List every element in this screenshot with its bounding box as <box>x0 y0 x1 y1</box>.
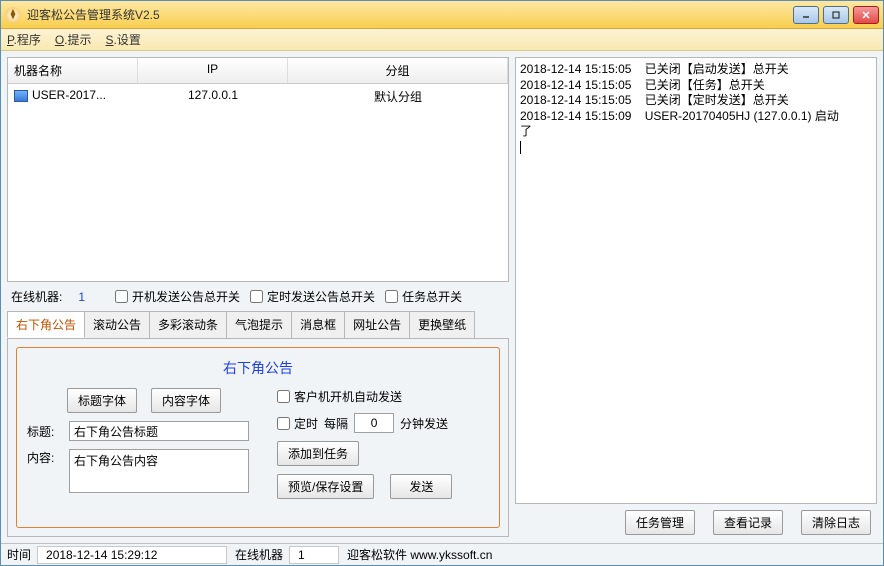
text-cursor <box>520 141 521 154</box>
tab-corner[interactable]: 右下角公告 <box>7 311 85 338</box>
auto-send-check[interactable]: 客户机开机自动发送 <box>277 388 402 405</box>
col-name[interactable]: 机器名称 <box>8 58 138 83</box>
status-time: 2018-12-14 15:29:12 <box>37 546 227 564</box>
window-title: 迎客松公告管理系统V2.5 <box>27 6 793 23</box>
online-count: 1 <box>78 290 85 304</box>
timer-check[interactable]: 定时 <box>277 415 318 432</box>
tab-panel: 右下角公告 标题字体 内容字体 标题: <box>7 339 509 537</box>
app-icon: ⧫ <box>5 7 21 23</box>
table-header: 机器名称 IP 分组 <box>8 58 508 84</box>
table-row[interactable]: USER-2017... 127.0.0.1 默认分组 <box>8 84 508 109</box>
tab-container: 右下角公告 滚动公告 多彩滚动条 气泡提示 消息框 网址公告 更换壁纸 右下角公… <box>7 311 509 537</box>
window-controls <box>793 6 879 24</box>
log-box[interactable]: 2018-12-14 15:15:05 已关闭【启动发送】总开关 2018-12… <box>515 57 877 504</box>
log-buttons: 任务管理 查看记录 清除日志 <box>515 508 877 537</box>
tab-scroll[interactable]: 滚动公告 <box>84 311 150 338</box>
timer-switch[interactable]: 定时发送公告总开关 <box>250 288 375 305</box>
clear-log-button[interactable]: 清除日志 <box>801 510 871 535</box>
panel-group: 右下角公告 标题字体 内容字体 标题: <box>16 347 500 528</box>
tab-wallpaper[interactable]: 更换壁纸 <box>409 311 475 338</box>
content-area: 机器名称 IP 分组 USER-2017... 127.0.0.1 默认分组 在… <box>1 51 883 543</box>
row-ip: 127.0.0.1 <box>138 86 288 107</box>
status-online: 1 <box>289 546 339 564</box>
tab-colorbar[interactable]: 多彩滚动条 <box>149 311 227 338</box>
online-label: 在线机器: <box>11 288 62 305</box>
right-column: 2018-12-14 15:15:05 已关闭【启动发送】总开关 2018-12… <box>515 57 877 537</box>
interval-input[interactable] <box>354 413 394 433</box>
maximize-button[interactable] <box>823 6 849 24</box>
status-soft: 迎客松软件 www.ykssoft.cn <box>341 546 498 563</box>
close-button[interactable] <box>853 6 879 24</box>
pc-icon <box>14 90 28 102</box>
row-name: USER-2017... <box>32 88 106 102</box>
col-ip[interactable]: IP <box>138 58 288 83</box>
task-manager-button[interactable]: 任务管理 <box>625 510 695 535</box>
statusbar: 时间 2018-12-14 15:29:12 在线机器 1 迎客松软件 www.… <box>1 543 883 565</box>
content-input[interactable]: 右下角公告内容 <box>69 449 249 493</box>
minimize-button[interactable] <box>793 6 819 24</box>
row-group: 默认分组 <box>288 86 508 107</box>
status-online-label: 在线机器 <box>229 546 289 563</box>
titlebar: ⧫ 迎客松公告管理系统V2.5 <box>1 1 883 29</box>
menu-tip[interactable]: O.提示 <box>55 31 92 48</box>
main-window: ⧫ 迎客松公告管理系统V2.5 P.程序 O.提示 S.设置 机器名称 IP 分… <box>0 0 884 566</box>
online-row: 在线机器: 1 开机发送公告总开关 定时发送公告总开关 任务总开关 <box>7 286 509 307</box>
every-label: 每隔 <box>324 415 348 432</box>
menubar: P.程序 O.提示 S.设置 <box>1 29 883 51</box>
status-time-label: 时间 <box>1 546 37 563</box>
tabs: 右下角公告 滚动公告 多彩滚动条 气泡提示 消息框 网址公告 更换壁纸 <box>7 311 509 339</box>
boot-switch[interactable]: 开机发送公告总开关 <box>115 288 240 305</box>
menu-setting[interactable]: S.设置 <box>106 31 141 48</box>
view-log-button[interactable]: 查看记录 <box>713 510 783 535</box>
content-label: 内容: <box>27 449 63 466</box>
preview-button[interactable]: 预览/保存设置 <box>277 474 374 499</box>
col-group[interactable]: 分组 <box>288 58 508 83</box>
add-task-button[interactable]: 添加到任务 <box>277 441 359 466</box>
tab-url[interactable]: 网址公告 <box>344 311 410 338</box>
machine-table: 机器名称 IP 分组 USER-2017... 127.0.0.1 默认分组 <box>7 57 509 282</box>
left-column: 机器名称 IP 分组 USER-2017... 127.0.0.1 默认分组 在… <box>7 57 509 537</box>
title-font-button[interactable]: 标题字体 <box>67 388 137 413</box>
content-font-button[interactable]: 内容字体 <box>151 388 221 413</box>
tab-bubble[interactable]: 气泡提示 <box>226 311 292 338</box>
send-button[interactable]: 发送 <box>390 474 452 499</box>
tab-msgbox[interactable]: 消息框 <box>291 311 345 338</box>
menu-program[interactable]: P.程序 <box>7 31 41 48</box>
task-switch[interactable]: 任务总开关 <box>385 288 462 305</box>
panel-title: 右下角公告 <box>27 358 489 378</box>
title-input[interactable] <box>69 421 249 441</box>
minute-label: 分钟发送 <box>400 415 448 432</box>
title-label: 标题: <box>27 423 63 440</box>
